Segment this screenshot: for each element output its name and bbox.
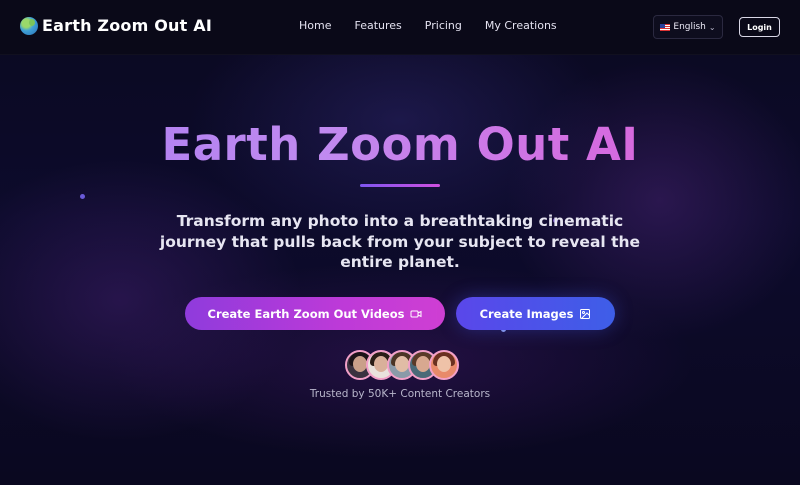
globe-icon (20, 16, 38, 35)
nav-link-features[interactable]: Features (354, 19, 401, 32)
create-images-label: Create Images (479, 306, 574, 321)
nav-links: Home Features Pricing My Creations (299, 19, 580, 32)
language-label: English (673, 22, 706, 32)
image-icon (580, 308, 591, 319)
particle-dot (80, 194, 85, 199)
create-images-button[interactable]: Create Images (456, 297, 615, 330)
video-camera-icon (410, 310, 422, 317)
nav-link-my-creations[interactable]: My Creations (485, 19, 557, 32)
us-flag-icon (660, 23, 671, 31)
trusted-by-text: Trusted by 50K+ Content Creators (309, 388, 491, 400)
language-selector[interactable]: English ⌄ (653, 15, 723, 39)
hero-title: Earth Zoom Out AI (0, 118, 800, 171)
hero-subtitle: Transform any photo into a breathtaking … (159, 212, 641, 271)
create-videos-button[interactable]: Create Earth Zoom Out Videos (185, 297, 445, 330)
nav-link-pricing[interactable]: Pricing (425, 19, 462, 32)
create-videos-label: Create Earth Zoom Out Videos (207, 306, 405, 321)
brand-logo[interactable]: Earth Zoom Out AI (20, 16, 212, 35)
brand-name: Earth Zoom Out AI (42, 16, 213, 35)
top-navbar: Earth Zoom Out AI Home Features Pricing … (0, 0, 800, 55)
chevron-down-icon: ⌄ (708, 22, 716, 32)
nav-link-home[interactable]: Home (299, 19, 331, 32)
creator-avatars (345, 350, 459, 380)
avatar (429, 350, 459, 380)
title-divider (360, 184, 440, 187)
login-button[interactable]: Login (739, 17, 780, 37)
